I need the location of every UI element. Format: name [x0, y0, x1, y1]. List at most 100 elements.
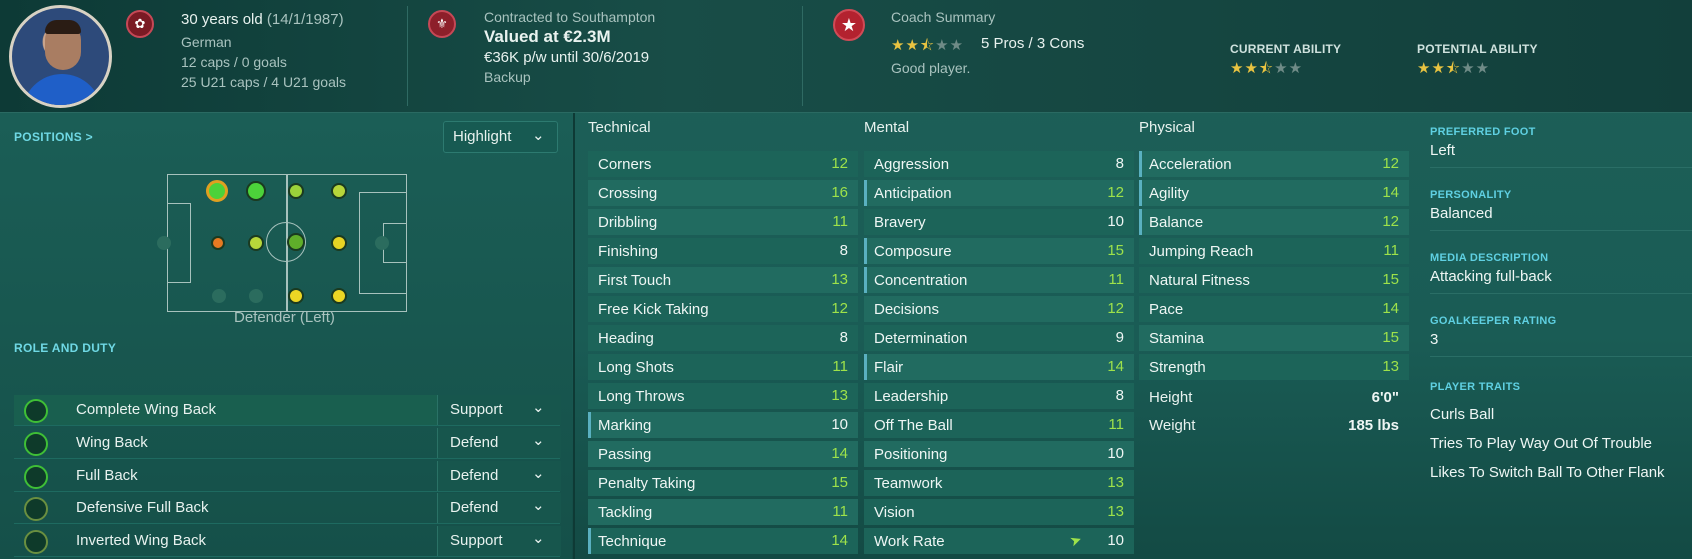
role-row[interactable]: Full Back Defend ⌄ — [14, 461, 561, 492]
position-dot-amr[interactable] — [331, 288, 347, 304]
attribute-row[interactable]: Finishing 8 — [588, 238, 858, 264]
attribute-row[interactable]: Technique 14 — [588, 528, 858, 554]
attribute-row[interactable]: Acceleration 12 — [1139, 151, 1409, 177]
attribute-row[interactable]: Corners 12 — [588, 151, 858, 177]
attribute-name: Long Shots — [598, 359, 674, 376]
attribute-row[interactable]: Decisions 12 — [864, 296, 1134, 322]
attribute-row[interactable]: Crossing 16 — [588, 180, 858, 206]
attribute-row[interactable]: Bravery 10 — [864, 209, 1134, 235]
height-row: Height 6'0" — [1139, 384, 1409, 412]
contract-club-text: Contracted to Southampton — [484, 9, 656, 25]
attribute-row[interactable]: Vision 13 — [864, 499, 1134, 525]
attribute-row[interactable]: Concentration 11 — [864, 267, 1134, 293]
height-value: 6'0" — [1371, 389, 1399, 406]
attribute-row[interactable]: Free Kick Taking 12 — [588, 296, 858, 322]
attribute-row[interactable]: Teamwork 13 — [864, 470, 1134, 496]
attribute-row[interactable]: Strength 13 — [1139, 354, 1409, 380]
role-icon — [24, 497, 48, 521]
attribute-row[interactable]: Work Rate 10 ➤ — [864, 528, 1134, 554]
role-row[interactable]: Complete Wing Back Support ⌄ — [14, 395, 561, 426]
position-dot-amc[interactable] — [331, 235, 347, 251]
attribute-row[interactable]: Stamina 15 — [1139, 325, 1409, 351]
current-ability-stars: ★★⯪★★ — [1230, 60, 1304, 77]
attribute-row[interactable]: Natural Fitness 15 — [1139, 267, 1409, 293]
position-dot-dcl[interactable] — [246, 181, 266, 201]
attribute-name: Positioning — [874, 446, 948, 463]
attribute-name: Concentration — [874, 272, 968, 289]
duty-dropdown[interactable]: Defend ⌄ — [437, 493, 561, 523]
attribute-row[interactable]: Penalty Taking 15 — [588, 470, 858, 496]
attribute-row[interactable]: Composure 15 — [864, 238, 1134, 264]
attribute-name: Free Kick Taking — [598, 301, 709, 318]
role-row[interactable]: Wing Back Defend ⌄ — [14, 428, 561, 459]
duty-dropdown[interactable]: Defend ⌄ — [437, 461, 561, 491]
attribute-name: Agility — [1149, 185, 1190, 202]
club-crest-icon[interactable]: ⚜ — [428, 10, 456, 38]
dob-text: (14/1/1987) — [266, 11, 344, 28]
position-dot-dm[interactable] — [248, 235, 264, 251]
attribute-row[interactable]: Leadership 8 — [864, 383, 1134, 409]
attribute-row[interactable]: Positioning 10 — [864, 441, 1134, 467]
attribute-value: 15 — [1107, 242, 1124, 259]
position-dot-dl-natural[interactable] — [206, 180, 228, 202]
position-dot-aml[interactable] — [331, 183, 347, 199]
attribute-value: 10 — [1107, 445, 1124, 462]
role-row[interactable]: Inverted Wing Back Support ⌄ — [14, 526, 561, 557]
attribute-name: Finishing — [598, 243, 659, 260]
attribute-value: 13 — [1382, 358, 1399, 375]
preferred-foot-value: Left — [1430, 142, 1456, 159]
attribute-name: Leadership — [874, 388, 949, 405]
position-dot-ml[interactable] — [288, 183, 304, 199]
duty-label: Defend — [450, 467, 499, 484]
attribute-name: Long Throws — [598, 388, 685, 405]
attribute-row[interactable]: Agility 14 — [1139, 180, 1409, 206]
potential-ability-stars: ★★⯪★★ — [1417, 60, 1491, 77]
attribute-value: 9 — [1115, 329, 1124, 346]
attribute-row[interactable]: Dribbling 11 — [588, 209, 858, 235]
role-name: Complete Wing Back — [76, 401, 217, 418]
attribute-value: 11 — [1108, 416, 1124, 433]
attribute-row[interactable]: Balance 12 — [1139, 209, 1409, 235]
attribute-row[interactable]: Off The Ball 11 — [864, 412, 1134, 438]
duty-label: Defend — [450, 434, 499, 451]
attribute-row[interactable]: Aggression 8 — [864, 151, 1134, 177]
positions-link[interactable]: POSITIONS > — [14, 130, 93, 144]
chevron-down-icon: ⌄ — [532, 465, 545, 482]
attribute-row[interactable]: Marking 10 — [588, 412, 858, 438]
attribute-row[interactable]: First Touch 13 — [588, 267, 858, 293]
attribute-name: Flair — [874, 359, 904, 376]
attribute-value: 11 — [832, 503, 848, 520]
panel-divider — [573, 113, 575, 559]
pros-cons-text[interactable]: 5 Pros / 3 Cons — [981, 35, 1084, 52]
duty-dropdown[interactable]: Support ⌄ — [437, 395, 561, 425]
attribute-row[interactable]: Determination 9 — [864, 325, 1134, 351]
info-divider — [1430, 293, 1692, 294]
attribute-row[interactable]: Passing 14 — [588, 441, 858, 467]
attribute-value: 12 — [1382, 213, 1399, 230]
attribute-row[interactable]: Tackling 11 — [588, 499, 858, 525]
nationality-text: German — [181, 34, 232, 50]
role-icon — [24, 399, 48, 423]
attribute-row[interactable]: Jumping Reach 11 — [1139, 238, 1409, 264]
attribute-name: Natural Fitness — [1149, 272, 1250, 289]
highlight-dropdown[interactable]: Highlight ⌄ — [443, 121, 558, 153]
attribute-value: 14 — [831, 445, 848, 462]
position-dot-dc[interactable] — [211, 236, 225, 250]
position-dot-mc[interactable] — [287, 233, 305, 251]
attribute-row[interactable]: Pace 14 — [1139, 296, 1409, 322]
mental-title: Mental — [864, 119, 910, 136]
player-header: ✿ 30 years old (14/1/1987) German 12 cap… — [0, 0, 1692, 113]
attribute-row[interactable]: Long Throws 13 — [588, 383, 858, 409]
attribute-name: Dribbling — [598, 214, 658, 231]
attribute-value: 12 — [831, 155, 848, 172]
attribute-row[interactable]: Anticipation 12 — [864, 180, 1134, 206]
role-icon — [24, 465, 48, 489]
duty-dropdown[interactable]: Support ⌄ — [437, 526, 561, 556]
attribute-row[interactable]: Flair 14 — [864, 354, 1134, 380]
chevron-down-icon: ⌄ — [532, 497, 545, 514]
role-row[interactable]: Defensive Full Back Defend ⌄ — [14, 493, 561, 524]
attribute-row[interactable]: Heading 8 — [588, 325, 858, 351]
position-dot-mr[interactable] — [288, 288, 304, 304]
duty-dropdown[interactable]: Defend ⌄ — [437, 428, 561, 458]
attribute-row[interactable]: Long Shots 11 — [588, 354, 858, 380]
